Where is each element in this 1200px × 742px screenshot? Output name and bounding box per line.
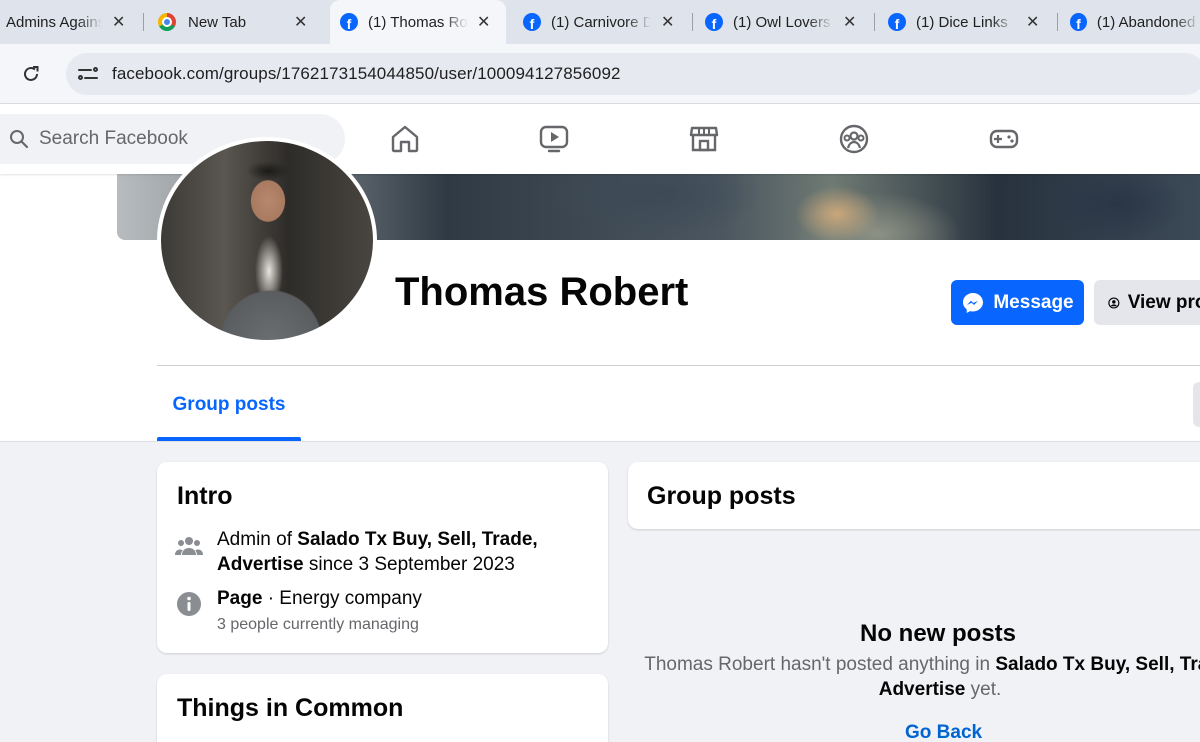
message-button[interactable]: Message [951, 280, 1084, 325]
tab-group-posts[interactable]: Group posts [157, 378, 301, 441]
tab-title: (1) Owl Lovers [733, 13, 831, 31]
group-posts-card: Group posts [628, 462, 1200, 529]
admin-since: since 3 September 2023 [303, 554, 515, 575]
browser-tab[interactable]: f (1) Abandoned [1062, 0, 1200, 44]
close-icon[interactable]: ✕ [661, 12, 674, 32]
view-profile-label: View profile [1127, 291, 1200, 313]
group-posts-title: Group posts [647, 482, 796, 510]
tab-title: (1) Carnivore D [551, 13, 651, 31]
browser-tabstrip: Admins Against ✕ New Tab ✕ f (1) Thomas … [0, 0, 1200, 44]
message-label: Message [993, 291, 1074, 313]
chrome-icon [158, 13, 176, 31]
close-icon[interactable]: ✕ [843, 12, 856, 32]
browser-tab[interactable]: f (1) Owl Lovers ✕ [697, 0, 875, 44]
facebook-icon: f [1070, 13, 1087, 31]
tab-separator [1057, 13, 1058, 31]
close-icon[interactable]: ✕ [477, 12, 490, 32]
page-label[interactable]: Page [217, 588, 262, 609]
tab-separator [874, 13, 875, 31]
url-text[interactable]: facebook.com/groups/1762173154044850/use… [112, 64, 621, 84]
reload-icon[interactable] [19, 62, 43, 86]
home-icon[interactable] [388, 122, 422, 156]
close-icon[interactable]: ✕ [294, 12, 307, 32]
browser-tab-active[interactable]: f (1) Thomas Ro ✕ [330, 0, 506, 44]
user-circle-icon [1108, 296, 1120, 309]
admin-info: Admin of Salado Tx Buy, Sell, Trade, Adv… [217, 527, 597, 577]
no-posts-message-cont: Advertise yet. [640, 677, 1200, 702]
group-link-cont[interactable]: Advertise [879, 679, 966, 700]
no-posts-title: No new posts [860, 620, 1017, 647]
profile-divider [157, 365, 1200, 366]
watch-icon[interactable] [537, 122, 571, 156]
search-placeholder: Search Facebook [39, 128, 188, 149]
facebook-icon: f [888, 13, 906, 31]
profile-name: Thomas Robert [395, 270, 689, 314]
tab-title: (1) Thomas Ro [368, 13, 468, 31]
no-posts-prefix: Thomas Robert hasn't posted anything in [644, 654, 996, 675]
group-link[interactable]: Salado Tx Buy, Sell, Trade, [995, 654, 1200, 675]
intro-card: Intro Admin of Salado Tx Buy, Sell, Trad… [157, 462, 608, 653]
tab-title: Admins Against [6, 13, 102, 31]
group-link[interactable]: Salado Tx Buy, Sell, Trade, [297, 529, 537, 550]
gaming-icon[interactable] [987, 122, 1021, 156]
tab-separator [143, 13, 144, 31]
site-info-icon[interactable] [78, 66, 98, 82]
tab-separator [692, 13, 693, 31]
address-bar[interactable]: facebook.com/groups/1762173154044850/use… [66, 53, 1200, 95]
browser-tab[interactable]: f (1) Carnivore D ✕ [515, 0, 693, 44]
intro-title: Intro [177, 482, 233, 510]
messenger-icon [963, 292, 984, 313]
browser-tab[interactable]: Admins Against ✕ [0, 0, 140, 44]
facebook-icon: f [523, 13, 541, 31]
group-link-cont[interactable]: Advertise [217, 554, 304, 575]
browser-tab[interactable]: New Tab ✕ [158, 0, 328, 44]
no-posts-message: Thomas Robert hasn't posted anything in … [640, 652, 1200, 677]
browser-tab[interactable]: f (1) Dice Links ✕ [880, 0, 1058, 44]
things-in-common-title: Things in Common [177, 694, 404, 722]
page-managers: 3 people currently managing [217, 616, 419, 633]
page-category: · Energy company [262, 588, 422, 609]
groups-icon[interactable] [837, 122, 871, 156]
more-options-button[interactable] [1193, 382, 1200, 427]
facebook-icon: f [340, 13, 358, 31]
tab-title: New Tab [188, 13, 247, 31]
profile-avatar[interactable] [157, 137, 377, 344]
admin-prefix: Admin of [217, 529, 298, 550]
close-icon[interactable]: ✕ [1026, 12, 1039, 32]
view-profile-button[interactable]: View profile [1094, 280, 1200, 325]
close-icon[interactable]: ✕ [112, 12, 125, 32]
active-tab-indicator [157, 437, 301, 441]
marketplace-icon[interactable] [687, 122, 721, 156]
facebook-icon: f [705, 13, 723, 31]
info-icon [175, 590, 203, 618]
no-posts-suffix: yet. [965, 679, 1002, 700]
page-info: Page · Energy company [217, 586, 422, 611]
facebook-header: Search Facebook [0, 104, 1200, 174]
tab-title: (1) Abandoned [1096, 13, 1196, 31]
tab-label: Group posts [172, 394, 286, 415]
browser-toolbar: facebook.com/groups/1762173154044850/use… [0, 44, 1200, 104]
people-icon [175, 532, 203, 560]
search-icon [10, 130, 29, 149]
go-back-link[interactable]: Go Back [905, 722, 982, 742]
tab-title: (1) Dice Links [916, 13, 1008, 31]
things-in-common-card: Things in Common [157, 674, 608, 742]
